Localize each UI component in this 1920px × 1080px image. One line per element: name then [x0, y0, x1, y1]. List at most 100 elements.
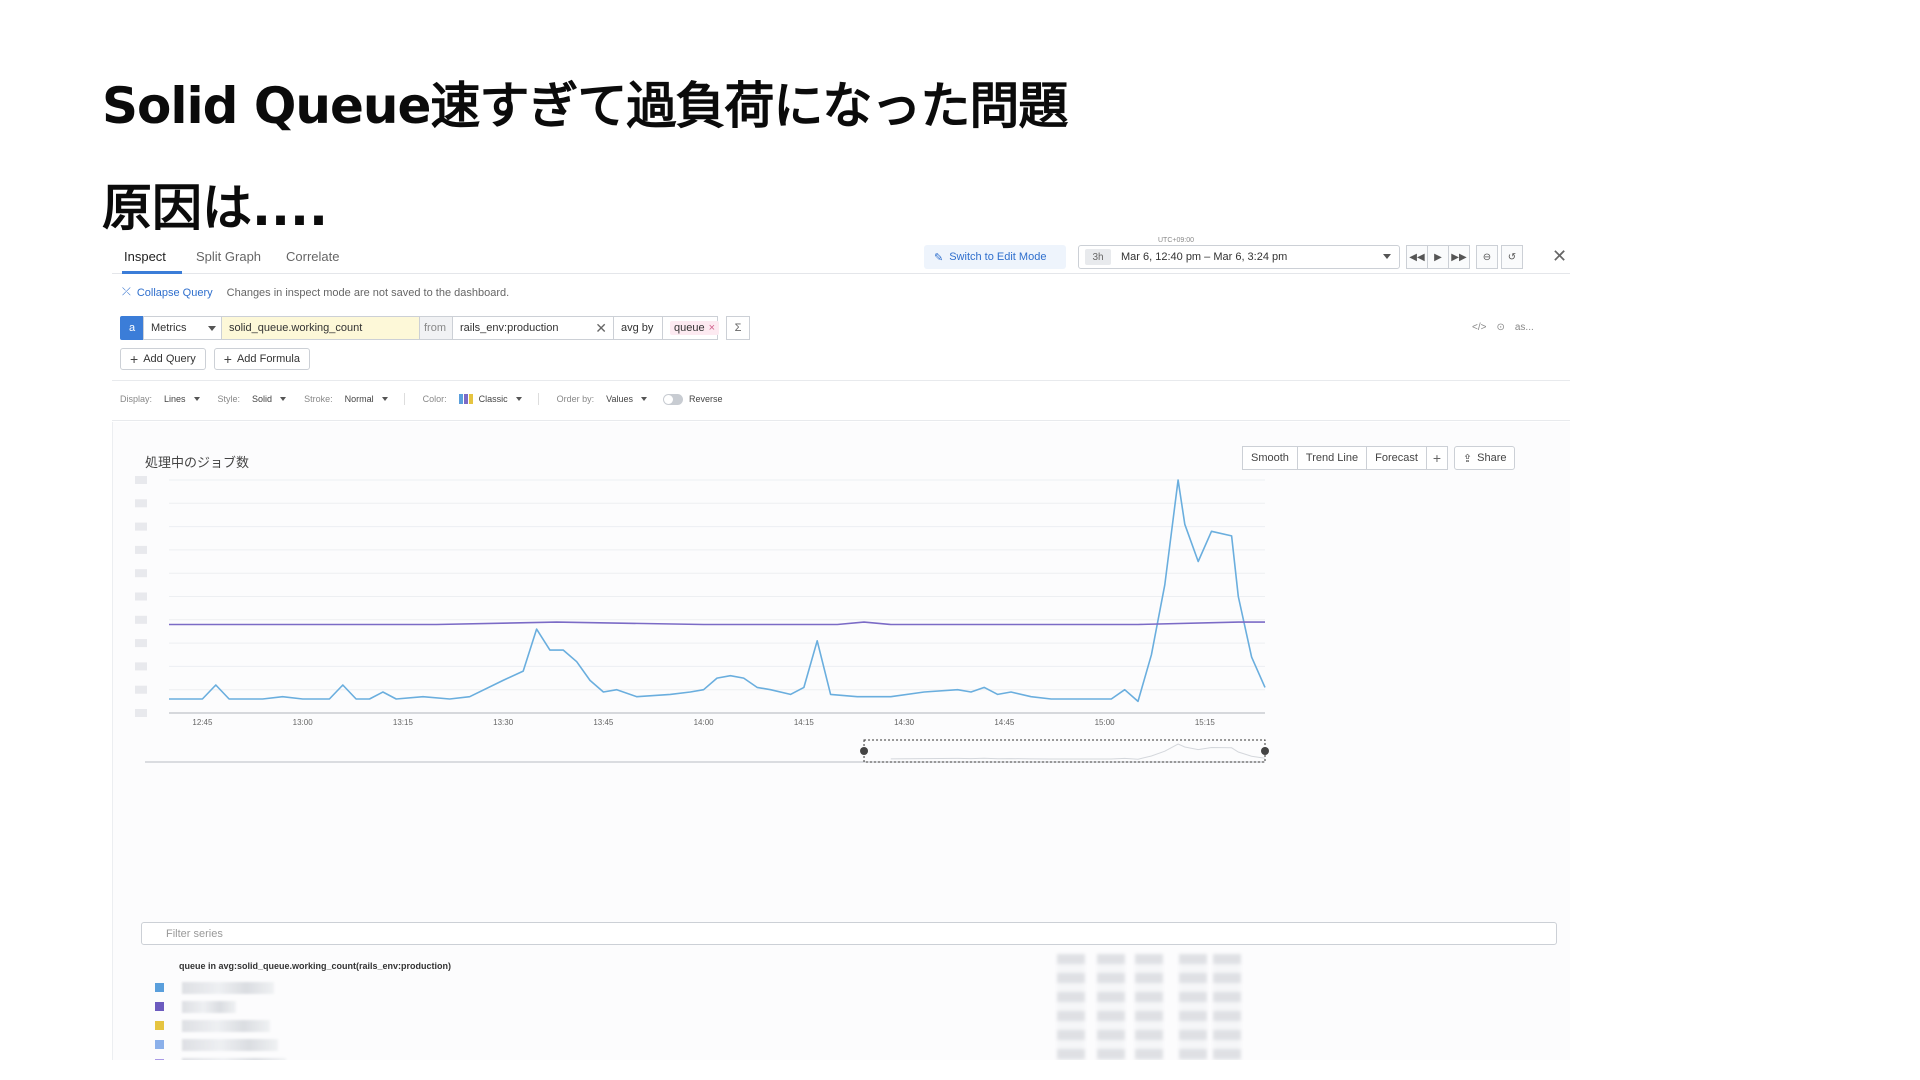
- legend-item[interactable]: [155, 1016, 286, 1035]
- palette-icon[interactable]: ⊙: [1496, 322, 1504, 333]
- redacted-series-name: [182, 981, 274, 994]
- redacted-series-name: [182, 1019, 270, 1032]
- redacted-series-name: [182, 1057, 286, 1060]
- display-select[interactable]: Lines: [164, 394, 186, 404]
- legend-swatch: [155, 1059, 164, 1060]
- collapse-row: ⤫ Collapse Query Changes in inspect mode…: [122, 286, 509, 299]
- x-tick-label: 13:15: [393, 718, 414, 727]
- legend-header: queue in avg:solid_queue.working_count(r…: [179, 961, 452, 971]
- divider: [112, 420, 1570, 421]
- reverse-label: Reverse: [689, 394, 723, 404]
- style-select[interactable]: Solid: [252, 394, 272, 404]
- divider: [112, 380, 1570, 381]
- clear-filter-icon[interactable]: ✕: [595, 320, 607, 337]
- x-tick-label: 14:45: [994, 718, 1015, 727]
- legend-item[interactable]: [155, 978, 286, 997]
- filter-series-input[interactable]: Filter series: [141, 922, 1557, 945]
- from-label: from: [419, 316, 453, 340]
- x-tick-label: 12:45: [192, 718, 213, 727]
- rewind-icon: ◀◀: [1409, 251, 1425, 263]
- switch-to-edit-mode-button[interactable]: ✎ Switch to Edit Mode: [924, 245, 1066, 269]
- palette-swatch-icon: [458, 394, 473, 404]
- fast-forward-icon: ▶▶: [1451, 251, 1467, 263]
- time-range-picker[interactable]: 3h Mar 6, 12:40 pm – Mar 6, 3:24 pm: [1078, 245, 1400, 269]
- display-options-row: Display: Lines Style: Solid Stroke: Norm…: [120, 393, 723, 405]
- legend-item[interactable]: [155, 1035, 286, 1054]
- redacted-y-tick: [135, 662, 147, 671]
- sigma-function-button[interactable]: Σ: [726, 316, 750, 340]
- x-tick-label: 14:00: [694, 718, 715, 727]
- legend-swatch: [155, 1002, 164, 1011]
- reset-icon: ↺: [1507, 251, 1517, 263]
- separator: [537, 393, 539, 405]
- play-icon: ▶: [1434, 251, 1442, 263]
- code-icon[interactable]: </>: [1472, 322, 1486, 333]
- redacted-series-name: [182, 1000, 236, 1013]
- legend-item[interactable]: [155, 997, 286, 1016]
- separator: [403, 393, 405, 405]
- datadog-screenshot: Inspect Split Graph Correlate ✎ Switch t…: [112, 236, 1570, 1060]
- legend-swatch: [155, 1040, 164, 1049]
- color-label: Color:: [422, 394, 447, 404]
- collapse-query-link[interactable]: ⤫ Collapse Query: [122, 286, 213, 299]
- chevron-down-icon: [381, 397, 388, 401]
- chevron-down-icon: [208, 326, 216, 331]
- display-label: Display:: [120, 394, 153, 404]
- redacted-y-tick: [135, 569, 147, 578]
- remove-tag-icon[interactable]: ×: [709, 322, 715, 334]
- x-tick-label: 15:00: [1095, 718, 1116, 727]
- filter-input[interactable]: rails_env:production ✕: [452, 316, 614, 340]
- redacted-y-tick: [135, 476, 147, 484]
- zoom-out-button[interactable]: ⊖: [1476, 245, 1498, 269]
- close-icon[interactable]: ✕: [1552, 246, 1567, 267]
- redacted-stat-column: [1057, 954, 1085, 1060]
- query-letter-badge[interactable]: a: [120, 316, 144, 340]
- play-button[interactable]: ▶: [1427, 245, 1449, 269]
- time-span-badge: 3h: [1085, 249, 1111, 265]
- stroke-label: Stroke:: [304, 394, 333, 404]
- timeseries-chart[interactable]: 12:45 13:00 13:15 13:30 13:45 14:00 14:15 14:30…: [113, 422, 1570, 922]
- data-source-select[interactable]: Metrics: [143, 316, 222, 340]
- graph-panel: 処理中のジョブ数 Smooth Trend Line Forecast + ⇪ …: [112, 422, 1570, 1060]
- slide-title: Solid Queue速すぎて過負荷になった問題: [102, 77, 1068, 135]
- aggregation-select[interactable]: avg by: [613, 316, 663, 340]
- tab-bar: Inspect Split Graph Correlate ✎ Switch t…: [112, 236, 1570, 274]
- reverse-toggle[interactable]: [663, 393, 683, 405]
- stroke-select[interactable]: Normal: [345, 394, 374, 404]
- chevron-down-icon: [1383, 254, 1391, 259]
- filter-value: rails_env:production: [460, 322, 559, 334]
- tab-split-graph[interactable]: Split Graph: [196, 249, 261, 264]
- timezone-label: UTC+09:00: [1158, 237, 1194, 244]
- group-by-tag-label: queue: [674, 322, 705, 334]
- metric-input[interactable]: solid_queue.working_count: [221, 316, 420, 340]
- order-by-select[interactable]: Values: [606, 394, 633, 404]
- fast-forward-button[interactable]: ▶▶: [1448, 245, 1470, 269]
- zoom-out-icon: ⊖: [1482, 251, 1492, 263]
- legend-swatch: [155, 1021, 164, 1030]
- reset-button[interactable]: ↺: [1501, 245, 1523, 269]
- collapse-icon: ⤫: [122, 286, 131, 298]
- group-by-input[interactable]: queue ×: [662, 316, 720, 340]
- redacted-y-tick: [135, 615, 147, 624]
- unsaved-note: Changes in inspect mode are not saved to…: [226, 286, 510, 299]
- add-formula-button[interactable]: + Add Formula: [213, 348, 310, 370]
- tab-inspect[interactable]: Inspect: [124, 249, 166, 264]
- chevron-down-icon: [515, 397, 522, 401]
- add-query-button[interactable]: + Add Query: [120, 348, 206, 370]
- query-row: a Metrics solid_queue.working_count from…: [120, 316, 750, 340]
- x-tick-label: 13:30: [493, 718, 514, 727]
- active-tab-indicator: [122, 271, 182, 274]
- rewind-button[interactable]: ◀◀: [1406, 245, 1428, 269]
- style-label: Style:: [217, 394, 241, 404]
- legend-item[interactable]: [155, 1054, 286, 1060]
- alias-button[interactable]: as...: [1515, 322, 1534, 333]
- tab-correlate[interactable]: Correlate: [286, 249, 339, 264]
- redacted-series-name: [182, 1038, 278, 1051]
- add-formula-label: Add Formula: [236, 353, 300, 365]
- redacted-stat-column: [1179, 954, 1207, 1060]
- legend-swatch: [155, 983, 164, 992]
- slide-subtitle: 原因は....: [102, 179, 328, 237]
- redacted-y-tick: [135, 522, 147, 531]
- color-select[interactable]: Classic: [479, 394, 508, 404]
- plus-icon: +: [130, 351, 139, 367]
